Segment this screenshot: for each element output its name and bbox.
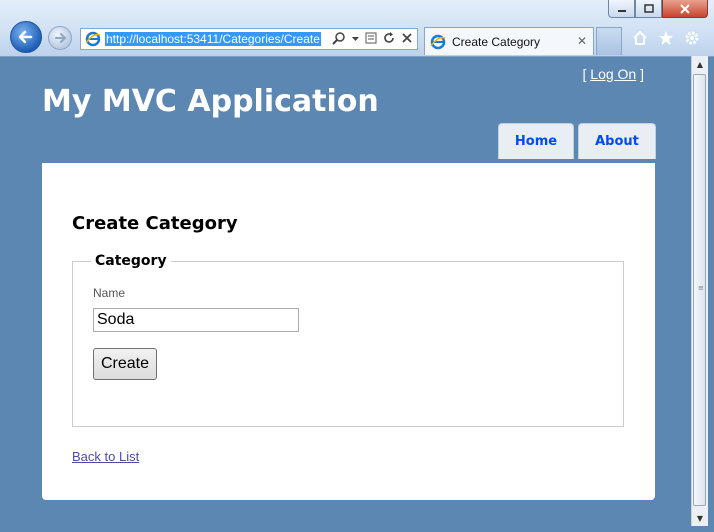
forward-icon [55, 33, 67, 43]
maximize-icon [643, 3, 654, 13]
search-icon[interactable] [332, 31, 346, 45]
main-content: Create Category Category Name Create Bac… [42, 163, 655, 500]
back-to-list-link[interactable]: Back to List [72, 449, 139, 464]
main-menu: Home About [498, 123, 656, 159]
name-field[interactable] [93, 308, 299, 332]
logon-link[interactable]: Log On [590, 66, 636, 82]
stop-icon[interactable] [401, 31, 413, 45]
vertical-scrollbar[interactable]: ▲ ≡ ▼ [691, 56, 708, 526]
refresh-icon[interactable] [383, 31, 395, 45]
tab-title: Create Category [452, 34, 541, 49]
minimize-icon [617, 9, 626, 12]
home-icon[interactable] [632, 30, 648, 46]
close-window-button[interactable] [662, 0, 708, 18]
create-button[interactable]: Create [93, 348, 157, 380]
menu-item-about[interactable]: About [578, 123, 656, 159]
menu-item-home[interactable]: Home [498, 123, 574, 159]
tab-close-icon[interactable]: ✕ [577, 34, 587, 48]
forward-button[interactable] [48, 26, 72, 50]
address-bar[interactable]: http://localhost:53411/Categories/Create [80, 28, 418, 50]
scroll-grip-icon: ≡ [698, 284, 704, 292]
browser-chrome: http://localhost:53411/Categories/Create… [0, 0, 714, 57]
back-button[interactable] [10, 21, 42, 53]
ie-page-icon [430, 34, 446, 49]
dropdown-icon[interactable] [352, 31, 359, 45]
close-icon [680, 3, 690, 14]
tools-gear-icon[interactable] [684, 30, 700, 46]
maximize-button[interactable] [635, 0, 662, 18]
address-url[interactable]: http://localhost:53411/Categories/Create [105, 32, 321, 46]
name-label: Name [93, 286, 126, 300]
scroll-up-arrow[interactable]: ▲ [692, 56, 708, 72]
scroll-thumb[interactable]: ≡ [693, 74, 706, 506]
scroll-down-arrow[interactable]: ▼ [692, 510, 708, 526]
favorites-star-icon[interactable] [658, 30, 674, 46]
logon-area: [ Log On ] [583, 66, 645, 82]
site-title: My MVC Application [42, 84, 379, 119]
compat-view-icon[interactable] [365, 31, 377, 45]
window-caption-buttons [608, 0, 708, 20]
command-icons [632, 30, 700, 46]
new-tab-button[interactable] [596, 27, 622, 55]
minimize-button[interactable] [608, 0, 635, 18]
category-fieldset: Category Name Create [72, 253, 624, 427]
ie-page-icon [85, 31, 101, 47]
address-tools [332, 31, 413, 45]
browser-window: http://localhost:53411/Categories/Create… [0, 0, 714, 532]
page-title: Create Category [72, 213, 238, 234]
back-icon [18, 30, 33, 44]
browser-tab-active[interactable]: Create Category ✕ [424, 27, 594, 55]
fieldset-legend: Category [91, 253, 171, 269]
logon-bracket-close: ] [636, 66, 644, 82]
